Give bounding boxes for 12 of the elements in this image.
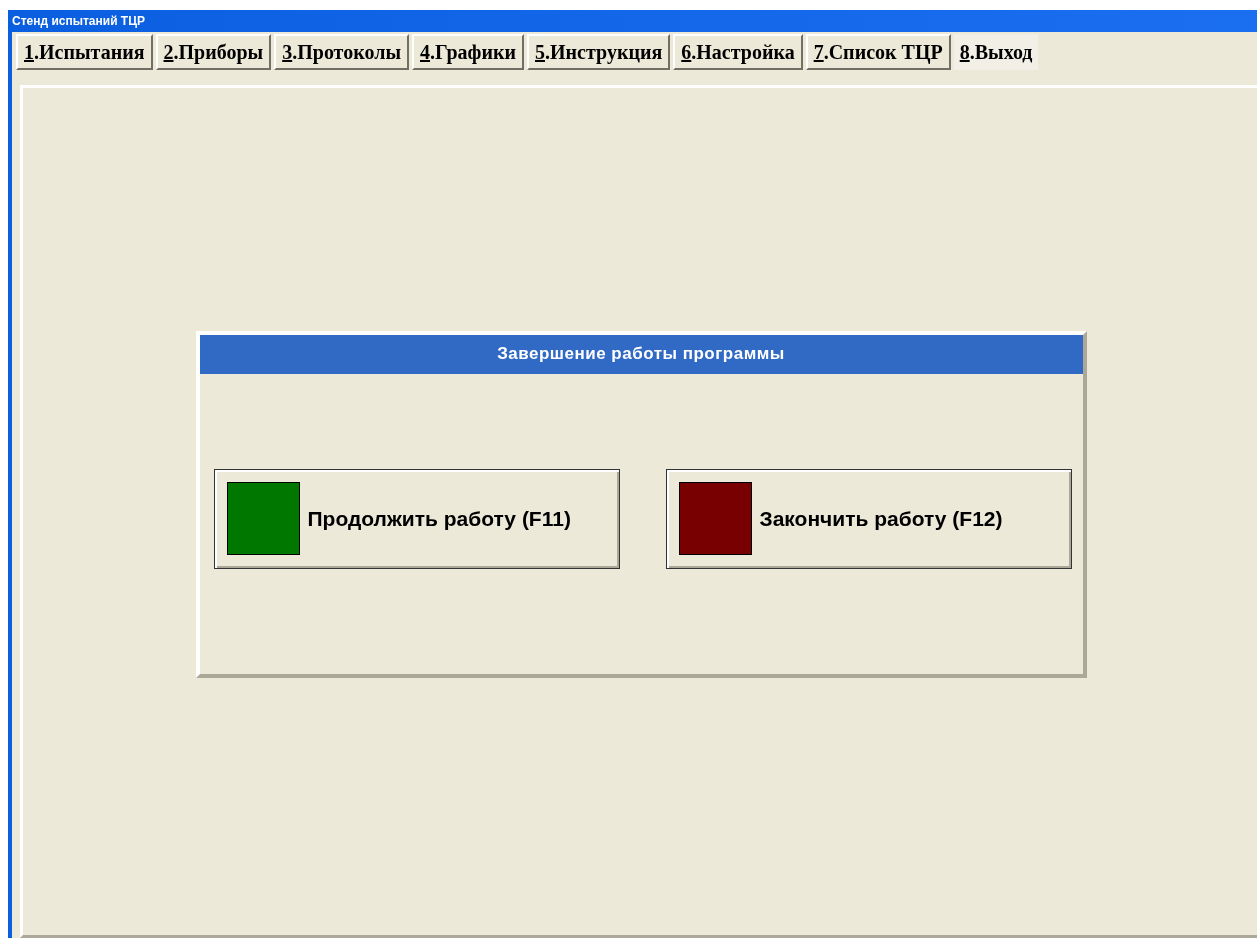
tab[interactable]: 7.Список ТЦР (805, 34, 951, 70)
tab[interactable]: 6.Настройка (673, 34, 803, 70)
dialog-title: Завершение работы программы (497, 343, 785, 366)
tab[interactable]: 4.Графики (412, 34, 524, 70)
window-title: Стенд испытаний ТЦР (12, 13, 145, 30)
tab[interactable]: 8.Выход (953, 34, 1039, 70)
dialog-button[interactable]: Закончить работу (F12) (665, 468, 1072, 569)
tab[interactable]: 1.Испытания (16, 34, 153, 70)
tab[interactable]: 3.Протоколы (274, 34, 409, 70)
tab[interactable]: 5.Инструкция (527, 34, 671, 70)
tab[interactable]: 2.Приборы (155, 34, 272, 70)
dialog-button[interactable]: Продолжить работу (F11) (213, 468, 620, 569)
